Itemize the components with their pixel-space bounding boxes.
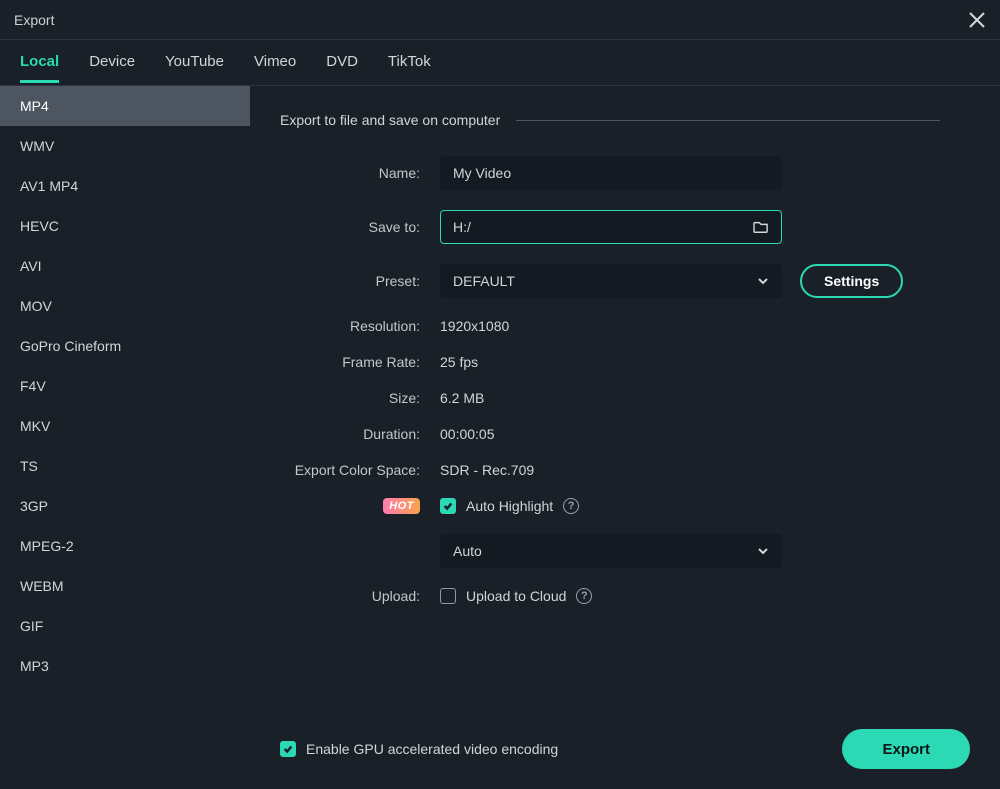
label-frame-rate: Frame Rate: — [280, 354, 440, 370]
main-content: MP4 WMV AV1 MP4 HEVC AVI MOV GoPro Cinef… — [0, 86, 1000, 789]
duration-value: 00:00:05 — [440, 426, 495, 442]
format-gif[interactable]: GIF — [0, 606, 250, 646]
format-ts[interactable]: TS — [0, 446, 250, 486]
format-mov[interactable]: MOV — [0, 286, 250, 326]
chevron-down-icon — [757, 545, 769, 557]
auto-highlight-select-value: Auto — [453, 543, 482, 559]
format-mpeg2[interactable]: MPEG-2 — [0, 526, 250, 566]
name-value: My Video — [453, 165, 511, 181]
tab-vimeo[interactable]: Vimeo — [254, 43, 296, 83]
save-to-value: H:/ — [453, 219, 471, 235]
folder-icon[interactable] — [753, 220, 769, 234]
preset-select[interactable]: DEFAULT — [440, 264, 782, 298]
export-button[interactable]: Export — [842, 729, 970, 769]
format-gopro[interactable]: GoPro Cineform — [0, 326, 250, 366]
section-header: Export to file and save on computer — [280, 112, 940, 128]
format-3gp[interactable]: 3GP — [0, 486, 250, 526]
close-icon[interactable] — [968, 11, 986, 29]
label-resolution: Resolution: — [280, 318, 440, 334]
format-avi[interactable]: AVI — [0, 246, 250, 286]
format-sidebar: MP4 WMV AV1 MP4 HEVC AVI MOV GoPro Cinef… — [0, 86, 250, 789]
label-save-to: Save to: — [280, 219, 440, 235]
save-to-input[interactable]: H:/ — [440, 210, 782, 244]
help-icon[interactable]: ? — [576, 588, 592, 604]
format-webm[interactable]: WEBM — [0, 566, 250, 606]
gpu-checkbox[interactable] — [280, 741, 296, 757]
auto-highlight-checkbox[interactable] — [440, 498, 456, 514]
chevron-down-icon — [757, 275, 769, 287]
upload-cloud-checkbox[interactable] — [440, 588, 456, 604]
tab-tiktok[interactable]: TikTok — [388, 43, 431, 83]
label-preset: Preset: — [280, 273, 440, 289]
help-icon[interactable]: ? — [563, 498, 579, 514]
check-icon — [283, 744, 293, 754]
format-av1-mp4[interactable]: AV1 MP4 — [0, 166, 250, 206]
export-destination-tabs: Local Device YouTube Vimeo DVD TikTok — [0, 40, 1000, 86]
name-input[interactable]: My Video — [440, 156, 782, 190]
label-color-space: Export Color Space: — [280, 462, 440, 478]
format-mp3[interactable]: MP3 — [0, 646, 250, 686]
frame-rate-value: 25 fps — [440, 354, 478, 370]
section-heading: Export to file and save on computer — [280, 112, 500, 128]
format-f4v[interactable]: F4V — [0, 366, 250, 406]
tab-device[interactable]: Device — [89, 43, 135, 83]
size-value: 6.2 MB — [440, 390, 484, 406]
preset-value: DEFAULT — [453, 273, 515, 289]
label-duration: Duration: — [280, 426, 440, 442]
check-icon — [443, 501, 453, 511]
label-name: Name: — [280, 165, 440, 181]
auto-highlight-select[interactable]: Auto — [440, 534, 782, 568]
titlebar: Export — [0, 0, 1000, 40]
export-settings-panel: Export to file and save on computer Name… — [250, 86, 1000, 789]
tab-youtube[interactable]: YouTube — [165, 43, 224, 83]
color-space-value: SDR - Rec.709 — [440, 462, 534, 478]
label-upload: Upload: — [280, 588, 440, 604]
panel-footer: Enable GPU accelerated video encoding Ex… — [250, 719, 1000, 789]
format-mp4[interactable]: MP4 — [0, 86, 250, 126]
tab-dvd[interactable]: DVD — [326, 43, 358, 83]
format-wmv[interactable]: WMV — [0, 126, 250, 166]
resolution-value: 1920x1080 — [440, 318, 509, 334]
settings-button[interactable]: Settings — [800, 264, 903, 298]
tab-local[interactable]: Local — [20, 43, 59, 83]
hot-badge: HOT — [383, 498, 420, 514]
format-hevc[interactable]: HEVC — [0, 206, 250, 246]
auto-highlight-label: Auto Highlight — [466, 498, 553, 514]
upload-cloud-label: Upload to Cloud — [466, 588, 566, 604]
label-size: Size: — [280, 390, 440, 406]
divider — [516, 120, 940, 121]
format-mkv[interactable]: MKV — [0, 406, 250, 446]
window-title: Export — [14, 12, 54, 28]
gpu-label: Enable GPU accelerated video encoding — [306, 741, 558, 757]
